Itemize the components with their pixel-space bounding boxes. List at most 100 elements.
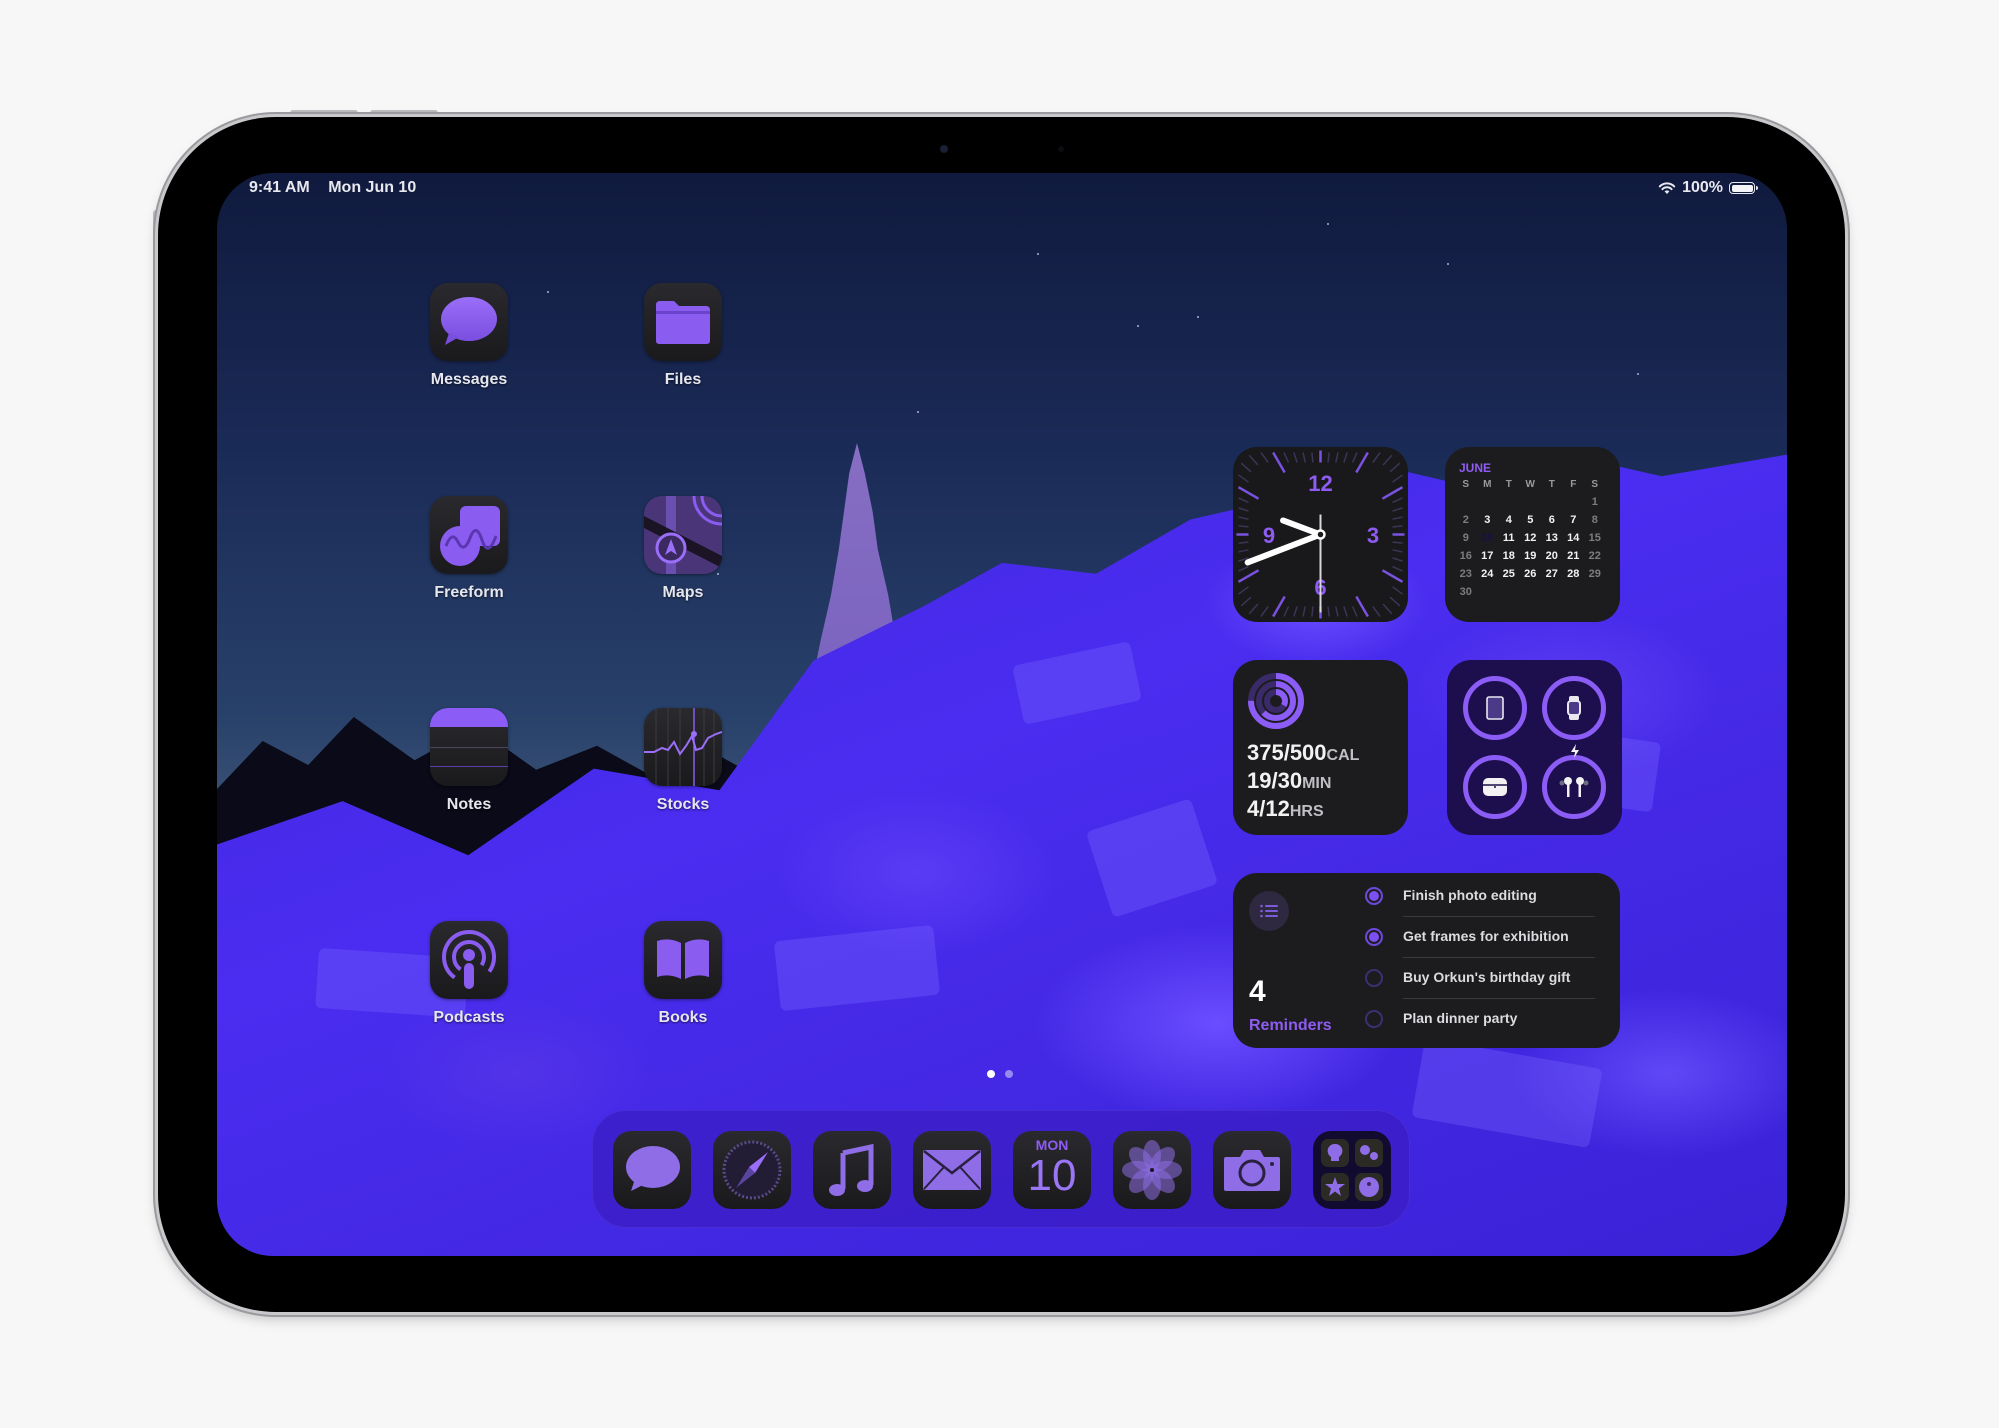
volume-down-button[interactable] xyxy=(370,110,438,115)
calendar-day[interactable]: 11 xyxy=(1498,531,1520,546)
calendar-day[interactable]: 24 xyxy=(1477,567,1499,582)
reminder-checkbox[interactable] xyxy=(1365,928,1383,946)
calendar-day[interactable]: 17 xyxy=(1477,549,1499,564)
wifi-icon xyxy=(1658,182,1676,194)
clock-center xyxy=(1315,529,1326,540)
reminder-item[interactable]: Plan dinner party xyxy=(1365,1000,1605,1040)
calendar-day[interactable]: 13 xyxy=(1541,531,1563,546)
calendar-day[interactable]: 7 xyxy=(1563,513,1585,528)
reminder-separator xyxy=(1403,916,1595,917)
calendar-day[interactable]: 27 xyxy=(1541,567,1563,582)
calendar-day[interactable]: 10 xyxy=(1477,529,1499,548)
calendar-weekday: T xyxy=(1505,479,1512,490)
calendar-day[interactable]: 18 xyxy=(1498,549,1520,564)
dock-app-folder[interactable] xyxy=(1313,1131,1391,1209)
calendar-day[interactable]: 28 xyxy=(1563,567,1585,582)
volume-up-button[interactable] xyxy=(290,110,358,115)
dock-photos[interactable] xyxy=(1113,1131,1191,1209)
reminder-item[interactable]: Get frames for exhibition xyxy=(1365,918,1605,958)
app-maps[interactable]: Maps xyxy=(633,496,733,602)
photos-icon xyxy=(1122,1140,1182,1200)
reminder-item[interactable]: Finish photo editing xyxy=(1365,877,1605,917)
podcasts-icon xyxy=(430,921,508,999)
calendar-day[interactable]: 21 xyxy=(1563,549,1585,564)
app-freeform[interactable]: Freeform xyxy=(419,496,519,602)
calendar-day[interactable]: 16 xyxy=(1455,549,1477,564)
clock-tick xyxy=(1381,486,1404,500)
calendar-day[interactable]: 8 xyxy=(1584,513,1606,528)
star xyxy=(1197,316,1199,318)
page-indicator[interactable] xyxy=(987,1070,1013,1078)
calendar-day[interactable]: 26 xyxy=(1520,567,1542,582)
calendar-day[interactable]: 25 xyxy=(1498,567,1520,582)
app-messages[interactable]: Messages xyxy=(419,283,519,389)
notes-line xyxy=(430,766,508,767)
exercise-value: 19/30 xyxy=(1247,768,1303,793)
messages-icon xyxy=(430,283,508,361)
app-books[interactable]: Books xyxy=(633,921,733,1027)
calendar-day[interactable]: 5 xyxy=(1520,513,1542,528)
calendar-day[interactable]: 4 xyxy=(1498,513,1520,528)
calendar-grid: S M T W T F S 1 2 3 4 5 6 7 8 9 10 11 12 13 14 15 16 17 18 19 20 21… xyxy=(1455,477,1606,600)
calendar-weekday: M xyxy=(1483,479,1492,490)
reminder-checkbox[interactable] xyxy=(1365,1010,1383,1028)
app-podcasts[interactable]: Podcasts xyxy=(419,921,519,1027)
dock-calendar[interactable]: MON 10 xyxy=(1013,1131,1091,1209)
reminder-checkbox[interactable] xyxy=(1365,969,1383,987)
calendar-day[interactable]: 15 xyxy=(1584,531,1606,546)
clock-tick xyxy=(1392,549,1403,553)
dock-camera[interactable] xyxy=(1213,1131,1291,1209)
calendar-empty xyxy=(1477,495,1499,510)
ipad-icon xyxy=(1486,696,1504,720)
calendar-day[interactable]: 2 xyxy=(1455,513,1477,528)
activity-widget[interactable]: 375/500CAL 19/30MIN 4/12HRS xyxy=(1233,660,1408,835)
calendar-weekday: W xyxy=(1525,479,1535,490)
calendar-day[interactable]: 6 xyxy=(1541,513,1563,528)
batteries-widget[interactable] xyxy=(1447,660,1622,835)
dock-music[interactable] xyxy=(813,1131,891,1209)
clock-widget[interactable]: 12 3 6 9 xyxy=(1233,447,1408,622)
calendar-day[interactable]: 9 xyxy=(1455,531,1477,546)
reminder-item[interactable]: Buy Orkun's birthday gift xyxy=(1365,959,1605,999)
folder-star-icon xyxy=(1321,1173,1349,1201)
calendar-empty xyxy=(1520,495,1542,510)
clock-tick xyxy=(1238,541,1249,544)
clock-tick xyxy=(1392,586,1403,595)
calendar-day[interactable]: 30 xyxy=(1455,585,1477,600)
reminders-widget[interactable]: 4 Reminders Finish photo editing Get fram… xyxy=(1233,873,1620,1048)
clock-numeral-3: 3 xyxy=(1367,523,1379,548)
clock-tick xyxy=(1248,454,1259,466)
calendar-widget[interactable]: JUNE S M T W T F S 1 2 3 4 5 6 7 8 9 10 11 12 13 14 15 16 17 18 1… xyxy=(1445,447,1620,622)
calendar-day[interactable]: 3 xyxy=(1477,513,1499,528)
list-icon xyxy=(1249,891,1289,931)
app-files[interactable]: Files xyxy=(633,283,733,389)
page-dot[interactable] xyxy=(987,1070,995,1078)
reminders-count: 4 xyxy=(1249,975,1266,1008)
dock-messages[interactable] xyxy=(613,1131,691,1209)
calendar-day[interactable]: 14 xyxy=(1563,531,1585,546)
calendar-day[interactable]: 23 xyxy=(1455,567,1477,582)
clock-numeral-9: 9 xyxy=(1263,523,1275,548)
dock-safari[interactable] xyxy=(713,1131,791,1209)
reminders-label: Reminders xyxy=(1249,1017,1332,1034)
charging-bolt-icon xyxy=(1571,744,1579,758)
reminder-checkbox[interactable] xyxy=(1365,887,1383,905)
page-dot[interactable] xyxy=(1005,1070,1013,1078)
calendar-weekday: T xyxy=(1548,479,1555,490)
move-value: 375/500 xyxy=(1247,740,1327,765)
calendar-day[interactable]: 20 xyxy=(1541,549,1563,564)
dock-mail[interactable] xyxy=(913,1131,991,1209)
calendar-day[interactable]: 19 xyxy=(1520,549,1542,564)
calendar-day[interactable]: 22 xyxy=(1584,549,1606,564)
calendar-day[interactable]: 1 xyxy=(1584,495,1606,510)
clock-tick xyxy=(1293,606,1298,617)
app-stocks[interactable]: Stocks xyxy=(633,708,733,814)
app-notes[interactable]: Notes xyxy=(419,708,519,814)
calendar-day[interactable]: 29 xyxy=(1584,567,1606,582)
clock-tick xyxy=(1382,603,1393,615)
calendar-day[interactable]: 12 xyxy=(1520,531,1542,546)
clock-hour-hand xyxy=(1280,517,1324,538)
clock-tick xyxy=(1260,606,1269,617)
notes-header xyxy=(430,708,508,727)
star xyxy=(547,291,549,293)
